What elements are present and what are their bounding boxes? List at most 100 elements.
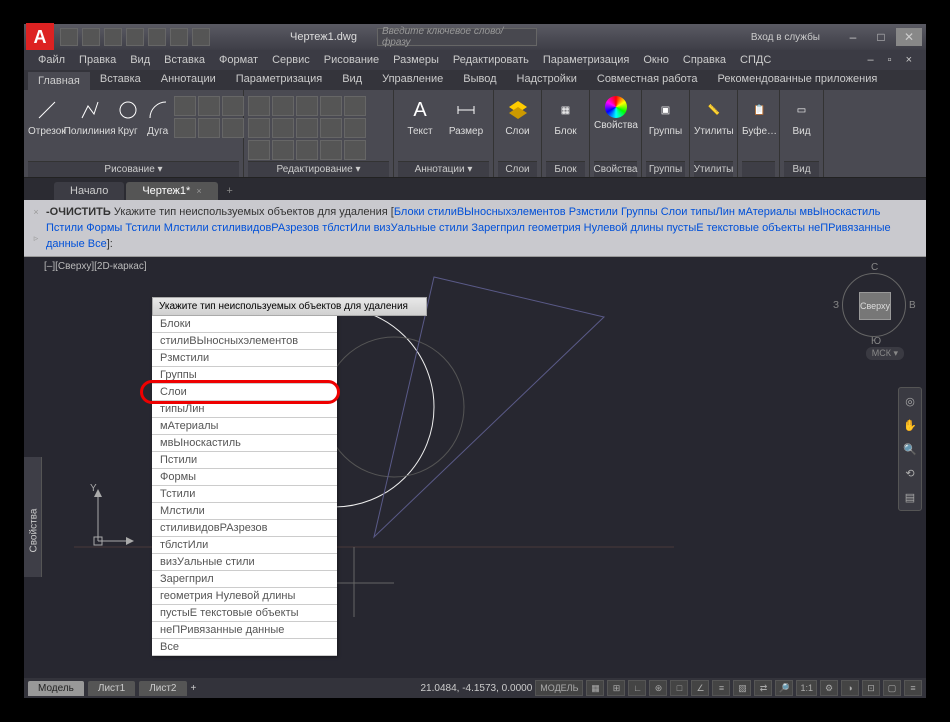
cycling-icon[interactable]: ⇄ bbox=[754, 680, 772, 696]
viewcube-face-top[interactable]: Сверху bbox=[859, 292, 891, 320]
layout-add-button[interactable]: + bbox=[191, 683, 197, 694]
tool-icon[interactable] bbox=[248, 96, 270, 116]
menu-modify[interactable]: Редактировать bbox=[447, 52, 535, 68]
otrack-icon[interactable]: ∠ bbox=[691, 680, 709, 696]
dropdown-item[interactable]: Блоки bbox=[152, 316, 337, 333]
tool-icon[interactable] bbox=[296, 118, 318, 138]
tool-icon[interactable] bbox=[320, 96, 342, 116]
transparency-icon[interactable]: ▧ bbox=[733, 680, 751, 696]
ortho-icon[interactable]: ∟ bbox=[628, 680, 646, 696]
menu-tools[interactable]: Сервис bbox=[266, 52, 316, 68]
panel-anno-label[interactable]: Аннотации ▾ bbox=[398, 161, 489, 177]
dropdown-item[interactable]: Зарегприл bbox=[152, 571, 337, 588]
tool-icon[interactable] bbox=[198, 96, 220, 116]
arc-button[interactable]: Дуга bbox=[144, 92, 172, 137]
menu-help[interactable]: Справка bbox=[677, 52, 732, 68]
sidebar-properties[interactable]: Свойства bbox=[24, 457, 42, 577]
login-link[interactable]: Вход в службы bbox=[751, 32, 820, 43]
nav-wheel-icon[interactable]: ◎ bbox=[901, 392, 919, 410]
search-input[interactable]: Введите ключевое слово/фразу bbox=[377, 28, 537, 46]
block-button[interactable]: ▦Блок bbox=[546, 92, 585, 137]
grid-icon[interactable]: ▦ bbox=[586, 680, 604, 696]
tool-icon[interactable] bbox=[344, 140, 366, 160]
menu-window[interactable]: Окно bbox=[637, 52, 675, 68]
tool-icon[interactable] bbox=[248, 118, 270, 138]
dropdown-item[interactable]: геометрия Нулевой длины bbox=[152, 588, 337, 605]
snap-icon[interactable]: ⊞ bbox=[607, 680, 625, 696]
ribbon-tab-featured[interactable]: Рекомендованные приложения bbox=[708, 70, 888, 90]
close-button[interactable]: ✕ bbox=[896, 28, 922, 46]
ribbon-tab-collab[interactable]: Совместная работа bbox=[587, 70, 708, 90]
line-button[interactable]: Отрезок bbox=[28, 92, 66, 137]
props-button[interactable]: Свойства bbox=[594, 92, 638, 131]
ribbon-tab-annotate[interactable]: Аннотации bbox=[151, 70, 226, 90]
tool-icon[interactable] bbox=[272, 118, 294, 138]
tool-icon[interactable] bbox=[320, 140, 342, 160]
new-tab-button[interactable]: + bbox=[220, 182, 240, 200]
polyline-button[interactable]: Полилиния bbox=[68, 92, 112, 137]
filetab-drawing[interactable]: Чертеж1*× bbox=[126, 182, 217, 200]
viewcube[interactable]: Сверху С Ю З В bbox=[842, 273, 906, 337]
lineweight-icon[interactable]: ≡ bbox=[712, 680, 730, 696]
qat-saveas-icon[interactable] bbox=[126, 28, 144, 46]
gear-icon[interactable]: ⚙ bbox=[820, 680, 838, 696]
tool-icon[interactable] bbox=[222, 118, 244, 138]
tool-icon[interactable] bbox=[198, 118, 220, 138]
mode-button[interactable]: МОДЕЛЬ bbox=[535, 680, 583, 696]
ribbon-tab-addins[interactable]: Надстройки bbox=[507, 70, 587, 90]
groups-button[interactable]: ▣Группы bbox=[646, 92, 685, 137]
clean-screen-icon[interactable]: ▢ bbox=[883, 680, 901, 696]
polar-icon[interactable]: ⊛ bbox=[649, 680, 667, 696]
doc-minimize-icon[interactable]: – bbox=[862, 52, 880, 68]
dropdown-item[interactable]: Тстили bbox=[152, 486, 337, 503]
menu-insert[interactable]: Вставка bbox=[158, 52, 211, 68]
tool-icon[interactable] bbox=[222, 96, 244, 116]
ribbon-tab-output[interactable]: Вывод bbox=[453, 70, 506, 90]
qat-undo-icon[interactable] bbox=[170, 28, 188, 46]
menu-format[interactable]: Формат bbox=[213, 52, 264, 68]
dropdown-item[interactable]: Формы bbox=[152, 469, 337, 486]
qat-save-icon[interactable] bbox=[104, 28, 122, 46]
tool-icon[interactable] bbox=[320, 118, 342, 138]
command-line[interactable]: ×▹ -ОЧИСТИТЬ Укажите тип неиспользуемых … bbox=[24, 200, 926, 257]
panel-edit-label[interactable]: Редактирование ▾ bbox=[248, 161, 389, 177]
tool-icon[interactable] bbox=[296, 96, 318, 116]
panel-draw-label[interactable]: Рисование ▾ bbox=[28, 161, 239, 177]
qat-redo-icon[interactable] bbox=[192, 28, 210, 46]
clipboard-button[interactable]: 📋Буфе… bbox=[742, 92, 777, 137]
utils-button[interactable]: 📏Утилиты bbox=[694, 92, 734, 137]
tool-icon[interactable] bbox=[248, 140, 270, 160]
layout-tab-model[interactable]: Модель bbox=[28, 681, 84, 696]
dropdown-item[interactable]: Рзмстили bbox=[152, 350, 337, 367]
osnap-icon[interactable]: □ bbox=[670, 680, 688, 696]
tool-icon[interactable] bbox=[344, 118, 366, 138]
menu-file[interactable]: Файл bbox=[32, 52, 71, 68]
isolate-icon[interactable]: ◑ bbox=[841, 680, 859, 696]
cmd-close-icon[interactable]: × bbox=[33, 204, 38, 220]
ribbon-tab-view[interactable]: Вид bbox=[332, 70, 372, 90]
qat-new-icon[interactable] bbox=[60, 28, 78, 46]
dropdown-item[interactable]: Млстили bbox=[152, 503, 337, 520]
doc-restore-icon[interactable]: ▫ bbox=[882, 52, 898, 68]
close-tab-icon[interactable]: × bbox=[196, 186, 201, 196]
ribbon-tab-parametric[interactable]: Параметризация bbox=[226, 70, 332, 90]
tool-icon[interactable] bbox=[272, 140, 294, 160]
qat-open-icon[interactable] bbox=[82, 28, 100, 46]
menu-view[interactable]: Вид bbox=[124, 52, 156, 68]
dropdown-item[interactable]: Слои bbox=[152, 384, 337, 401]
dropdown-item[interactable]: Пстили bbox=[152, 452, 337, 469]
nav-pan-icon[interactable]: ✋ bbox=[901, 416, 919, 434]
customize-icon[interactable]: ≡ bbox=[904, 680, 922, 696]
annoscale-icon[interactable]: 🔎 bbox=[775, 680, 793, 696]
ucs-dropdown[interactable]: МСК ▾ bbox=[866, 347, 904, 360]
tool-icon[interactable] bbox=[174, 118, 196, 138]
ribbon-tab-manage[interactable]: Управление bbox=[372, 70, 453, 90]
tool-icon[interactable] bbox=[272, 96, 294, 116]
tool-icon[interactable] bbox=[296, 140, 318, 160]
minimize-button[interactable]: – bbox=[840, 28, 866, 46]
nav-showmotion-icon[interactable]: ▤ bbox=[901, 488, 919, 506]
nav-zoom-icon[interactable]: 🔍 bbox=[901, 440, 919, 458]
dropdown-item[interactable]: стиливидовРАзрезов bbox=[152, 520, 337, 537]
maximize-button[interactable]: □ bbox=[868, 28, 894, 46]
nav-orbit-icon[interactable]: ⟲ bbox=[901, 464, 919, 482]
